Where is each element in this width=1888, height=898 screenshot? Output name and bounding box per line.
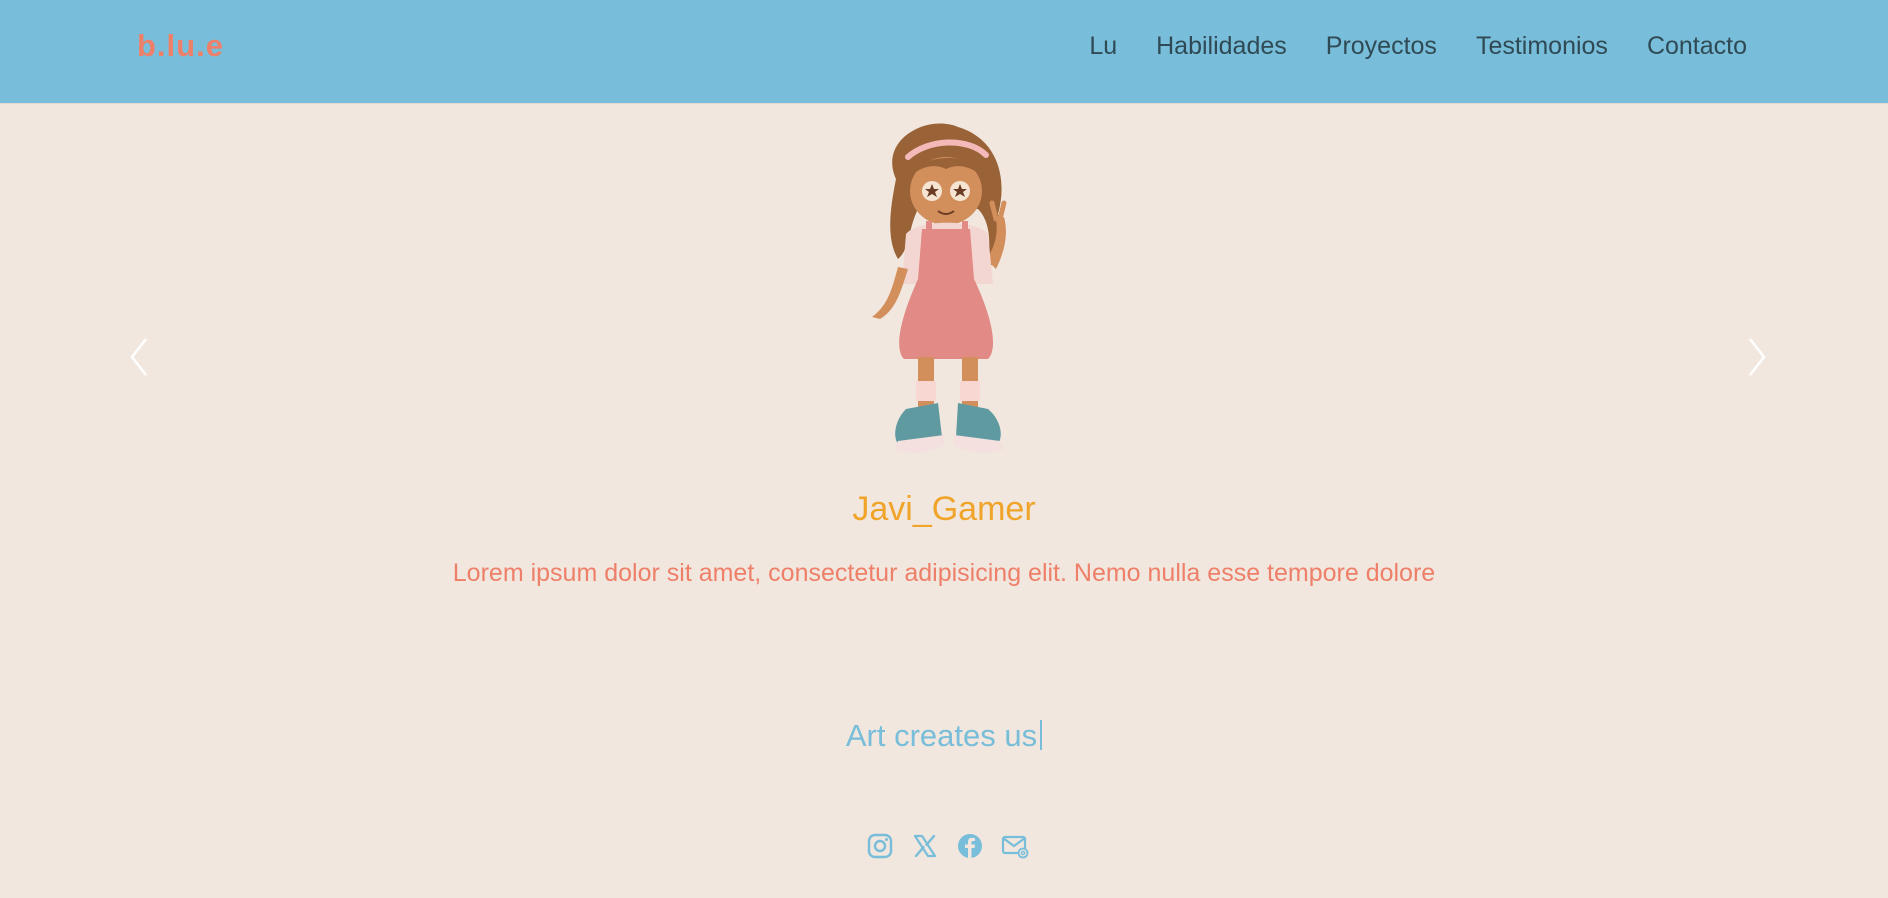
tagline-text: Art creates us — [845, 718, 1038, 753]
character-illustration — [872, 123, 1007, 454]
instagram-icon[interactable] — [866, 832, 894, 860]
testimonial-carousel: Javi_Gamer Lorem ipsum dolor sit amet, c… — [0, 103, 1888, 623]
typing-cursor — [1040, 720, 1043, 750]
nav-link-habilidades[interactable]: Habilidades — [1156, 32, 1287, 61]
nav-link-lu[interactable]: Lu — [1089, 32, 1117, 61]
nav-link-contacto[interactable]: Contacto — [1647, 32, 1747, 61]
testimonial-text: Lorem ipsum dolor sit amet, consectetur … — [452, 559, 1436, 587]
testimonial-author: Javi_Gamer — [852, 490, 1036, 528]
carousel-next-arrow-icon[interactable] — [1742, 335, 1770, 379]
facebook-icon[interactable] — [956, 832, 984, 860]
email-icon[interactable] — [1001, 832, 1029, 860]
tagline: Art creates us — [0, 718, 1888, 754]
x-icon[interactable] — [911, 832, 939, 860]
navbar: b.lu.e Lu Habilidades Proyectos Testimon… — [0, 0, 1888, 103]
nav-link-proyectos[interactable]: Proyectos — [1326, 32, 1437, 61]
brand-logo[interactable]: b.lu.e — [137, 28, 224, 64]
nav-link-testimonios[interactable]: Testimonios — [1476, 32, 1608, 61]
carousel-prev-arrow-icon[interactable] — [126, 335, 154, 379]
nav-menu: Lu Habilidades Proyectos Testimonios Con… — [1050, 32, 1747, 61]
social-links — [866, 832, 1029, 860]
